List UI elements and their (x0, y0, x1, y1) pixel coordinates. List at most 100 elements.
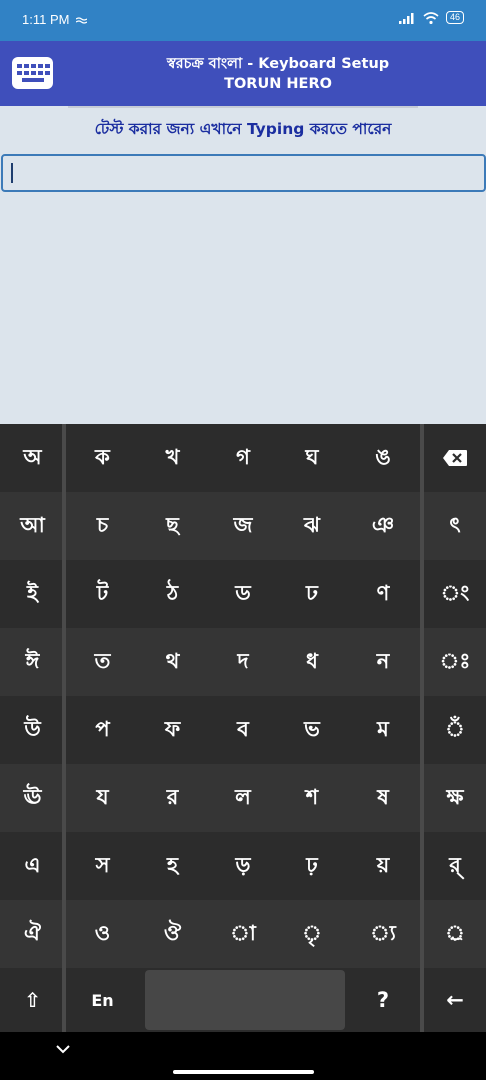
backspace-key[interactable] (424, 424, 486, 492)
key-label: En (91, 990, 114, 1010)
key-label: ঊ (23, 784, 42, 809)
chevron-down-icon[interactable] (55, 1043, 71, 1055)
language-key[interactable]: En (68, 968, 137, 1032)
key-label: স (95, 852, 110, 877)
key-r5-c1[interactable]: য (68, 764, 137, 832)
key-label: খ (165, 444, 180, 469)
key-r4-c0[interactable]: উ (0, 696, 65, 764)
key-r5-c4[interactable]: শ (278, 764, 346, 832)
key-r4-c2[interactable]: ফ (137, 696, 208, 764)
key-r3-c6[interactable]: ঃ (424, 628, 486, 696)
signal-icon (398, 12, 414, 24)
key-label: ন (376, 648, 390, 673)
key-label: ও (94, 920, 111, 945)
key-r1-c2[interactable]: ছ (137, 492, 208, 560)
key-r7-c5[interactable]: ্য (346, 900, 420, 968)
key-r1-c6[interactable]: ৎ (424, 492, 486, 560)
key-r7-c1[interactable]: ও (68, 900, 137, 968)
key-r5-c5[interactable]: ষ (346, 764, 420, 832)
key-r4-c4[interactable]: ভ (278, 696, 346, 764)
key-r0-c1[interactable]: ক (68, 424, 137, 492)
key-r5-c3[interactable]: ল (208, 764, 278, 832)
key-r6-c0[interactable]: এ (0, 832, 65, 900)
key-r7-c6[interactable]: ্র (424, 900, 486, 968)
key-r1-c5[interactable]: ঞ (346, 492, 420, 560)
key-r6-c6[interactable]: র্ (424, 832, 486, 900)
key-label: ঢ (306, 580, 318, 605)
key-r3-c4[interactable]: ধ (278, 628, 346, 696)
key-label: ভ (304, 716, 320, 741)
key-label: ← (446, 988, 464, 1012)
key-label: ক্ষ (446, 784, 464, 809)
divider (68, 106, 418, 108)
key-r0-c5[interactable]: ঙ (346, 424, 420, 492)
key-r6-c1[interactable]: স (68, 832, 137, 900)
key-r5-c2[interactable]: র (137, 764, 208, 832)
key-r6-c5[interactable]: য় (346, 832, 420, 900)
key-label: দ (237, 648, 249, 673)
key-r7-c0[interactable]: ঐ (0, 900, 65, 968)
key-r2-c0[interactable]: ই (0, 560, 65, 628)
key-label: ঠ (166, 580, 179, 605)
question-key[interactable]: ? (346, 968, 420, 1032)
test-input-field[interactable] (1, 154, 486, 192)
key-r1-c1[interactable]: চ (68, 492, 137, 560)
key-label: হ (166, 852, 179, 877)
typing-hint: টেস্ট করার জন্য এখানে Typing করতে পারেন (94, 120, 392, 138)
space-bar[interactable] (145, 970, 345, 1030)
key-label: ঈ (25, 648, 40, 673)
keyboard-row: ঊ য র ল শ ষ ক্ষ (0, 764, 486, 832)
key-r3-c0[interactable]: ঈ (0, 628, 65, 696)
shift-key[interactable]: ⇧ (0, 968, 65, 1032)
key-r0-c0[interactable]: অ (0, 424, 65, 492)
battery-icon: 46 (445, 11, 464, 24)
key-r2-c3[interactable]: ড (208, 560, 278, 628)
key-r5-c6[interactable]: ক্ষ (424, 764, 486, 832)
key-r6-c2[interactable]: হ (137, 832, 208, 900)
key-r2-c1[interactable]: ট (68, 560, 137, 628)
key-r3-c1[interactable]: ত (68, 628, 137, 696)
key-r0-c4[interactable]: ঘ (278, 424, 346, 492)
key-r3-c2[interactable]: থ (137, 628, 208, 696)
key-r1-c3[interactable]: জ (208, 492, 278, 560)
key-label: থ (165, 648, 180, 673)
enter-key[interactable]: ← (424, 968, 486, 1032)
key-label: ক (95, 444, 110, 469)
app-title-line1: স্বরচক্র বাংলা - Keyboard Setup (166, 56, 390, 72)
key-r3-c3[interactable]: দ (208, 628, 278, 696)
key-label: ড় (235, 852, 251, 877)
key-r4-c6[interactable]: ঁ (424, 696, 486, 764)
key-label: ট (96, 580, 109, 605)
key-label: ্য (370, 920, 396, 945)
key-r5-c0[interactable]: ঊ (0, 764, 65, 832)
key-label: ব (237, 716, 249, 741)
key-r2-c6[interactable]: ং (424, 560, 486, 628)
key-r7-c2[interactable]: ঔ (137, 900, 208, 968)
keyboard-bottom-row: ⇧ En? ← (0, 968, 486, 1032)
key-r3-c5[interactable]: ন (346, 628, 420, 696)
key-r4-c5[interactable]: ম (346, 696, 420, 764)
keyboard-icon[interactable] (12, 57, 53, 89)
key-r2-c4[interactable]: ঢ (278, 560, 346, 628)
key-label: ঔ (163, 920, 182, 945)
key-r6-c4[interactable]: ঢ় (278, 832, 346, 900)
key-r6-c3[interactable]: ড় (208, 832, 278, 900)
key-label: ⇧ (24, 988, 41, 1012)
key-r2-c5[interactable]: ণ (346, 560, 420, 628)
key-r7-c4[interactable]: ৃ (278, 900, 346, 968)
key-r1-c0[interactable]: আ (0, 492, 65, 560)
key-label: ত (94, 648, 111, 673)
key-label: ঙ (375, 444, 391, 469)
home-indicator[interactable] (173, 1070, 314, 1074)
keyboard-row: অ ক খ গঘ ঙ (0, 424, 486, 492)
key-label: জ (233, 512, 253, 537)
usb-debug-icon (76, 17, 87, 24)
key-r4-c3[interactable]: ব (208, 696, 278, 764)
key-r4-c1[interactable]: প (68, 696, 137, 764)
key-r1-c4[interactable]: ঝ (278, 492, 346, 560)
key-r2-c2[interactable]: ঠ (137, 560, 208, 628)
key-r0-c2[interactable]: খ (137, 424, 208, 492)
key-r0-c3[interactable]: গ (208, 424, 278, 492)
key-r7-c3[interactable]: া (208, 900, 278, 968)
app-bar: স্বরচক্র বাংলা - Keyboard Setup TORUN HE… (0, 41, 486, 106)
